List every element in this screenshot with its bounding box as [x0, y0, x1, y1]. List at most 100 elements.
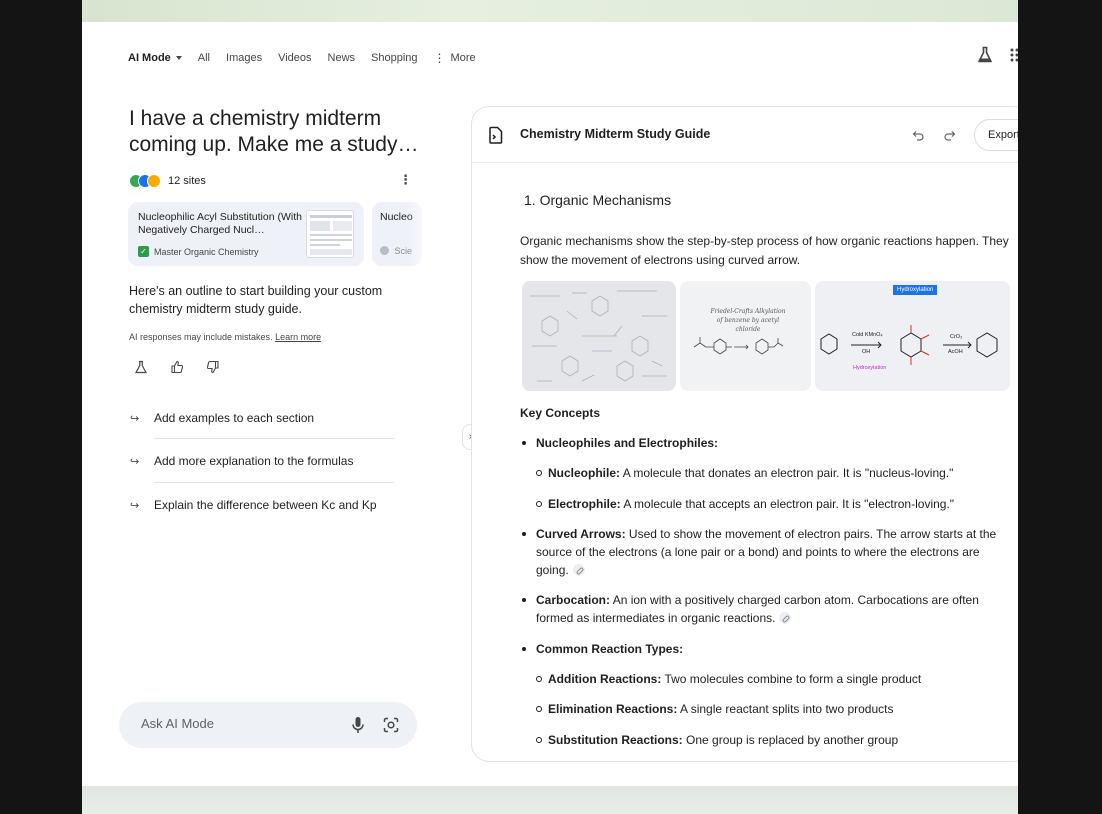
section-paragraph: Organic mechanisms show the step-by-step… — [520, 234, 1009, 267]
definition: A single reactant splits into two produc… — [680, 702, 894, 716]
suggestion-item[interactable]: ↪ Explain the difference between Kc and … — [130, 485, 395, 525]
learn-more-link[interactable]: Learn more — [275, 332, 321, 342]
term: Curved Arrows: — [536, 527, 626, 541]
definition: A molecule that accepts an electron pair… — [623, 497, 955, 511]
ask-input[interactable] — [141, 716, 321, 731]
chevron-down-icon — [175, 56, 182, 60]
definition: A molecule that donates an electron pair… — [622, 466, 954, 480]
query-heading: I have a chemistry midterm coming up. Ma… — [129, 107, 419, 156]
suggestion-label: Add more explanation to the formulas — [154, 454, 354, 468]
image-strip: Friedel-Crafts Alkylation of benzene by … — [522, 281, 1010, 391]
term: Common Reaction Types: — [536, 642, 684, 656]
tab-more[interactable]: ⋮ More — [434, 52, 476, 64]
sites-count: 12 sites — [168, 175, 206, 187]
canvas-title: Chemistry Midterm Study Guide — [520, 127, 711, 141]
definition: One group is replaced by another group — [686, 733, 899, 747]
source-card-site: ✓ Master Organic Chemistry — [138, 246, 259, 257]
suggestion-label: Explain the difference between Kc and Kp — [154, 498, 377, 512]
sources-row[interactable]: 12 sites — [129, 172, 414, 190]
list-item: Carbocation: An ion with a positively ch… — [522, 591, 1011, 627]
site-favicon — [380, 246, 389, 255]
chemistry-formulas-image[interactable] — [522, 281, 676, 391]
term: Carbocation: — [536, 593, 611, 607]
thumbs-up-icon[interactable] — [170, 360, 184, 374]
list-item: Addition Reactions: Two molecules combin… — [536, 670, 1008, 688]
thumbs-down-icon[interactable] — [206, 360, 220, 374]
undo-icon[interactable] — [912, 129, 924, 141]
suggestion-item[interactable]: ↪ Add more explanation to the formulas — [130, 441, 395, 481]
study-guide-canvas: Chemistry Midterm Study Guide Export 1. … — [471, 106, 1018, 762]
key-concepts-heading: Key Concepts — [520, 406, 601, 420]
list-item: Substitution Reactions: One group is rep… — [536, 731, 1008, 749]
site-favicon — [147, 174, 161, 188]
suggestion-label: Add examples to each section — [154, 411, 315, 425]
section-heading: 1. Organic Mechanisms — [524, 192, 671, 208]
term: Nucleophile: — [548, 466, 621, 480]
canvas-header: Chemistry Midterm Study Guide Export — [472, 107, 1018, 163]
list-item: Elimination Reactions: A single reactant… — [536, 700, 1008, 718]
more-options-icon[interactable]: ⋮ — [399, 173, 412, 186]
thumbnail-image — [310, 215, 352, 255]
lens-camera-icon[interactable] — [383, 717, 399, 733]
carousel-fade — [407, 198, 437, 270]
apps-grid-icon[interactable] — [1010, 48, 1018, 62]
list-item: Curved Arrows: Used to show the movement… — [522, 525, 1011, 579]
citation-link-icon[interactable] — [572, 564, 585, 576]
term: Addition Reactions: — [548, 672, 662, 686]
backdrop-bottom — [82, 786, 1018, 814]
source-card[interactable]: Nucleophilic Acyl Substitution (With Neg… — [128, 202, 364, 266]
backdrop-top — [82, 0, 1018, 22]
divider — [154, 438, 394, 439]
feedback-row — [134, 360, 242, 374]
friedel-crafts-image[interactable]: Friedel-Crafts Alkylation of benzene by … — [680, 281, 811, 391]
disclaimer-text: AI responses may include mistakes. — [129, 332, 273, 342]
browser-window: AI Mode All Images Videos News Shopping … — [82, 22, 1018, 786]
labs-flask-icon[interactable] — [977, 46, 993, 64]
list-item: Nucleophiles and Electrophiles: — [522, 434, 1011, 452]
source-card-thumbnail — [306, 210, 354, 258]
tab-all[interactable]: All — [198, 52, 210, 64]
divider — [154, 482, 394, 483]
definition: Two molecules combine to form a single p… — [664, 672, 922, 686]
ai-disclaimer: AI responses may include mistakes. Learn… — [129, 332, 321, 342]
reagent-label: Cold KMnO₄ — [852, 332, 883, 338]
tab-ai-mode-label: AI Mode — [128, 52, 171, 64]
source-card-site-name: Master Organic Chemistry — [154, 246, 259, 257]
tab-ai-mode[interactable]: AI Mode — [128, 52, 182, 64]
reagent-label: OH — [862, 349, 871, 355]
reaction-label: Hydroxylation — [853, 365, 887, 371]
subdirectory-arrow-icon: ↪ — [130, 412, 140, 425]
term: Substitution Reactions: — [548, 733, 683, 747]
tab-videos[interactable]: Videos — [278, 52, 311, 64]
hydroxylation-image[interactable]: Hydroxylation Cold KMnO₄ OH Hydroxylatio… — [815, 281, 1010, 391]
list-item: Electrophile: A molecule that accepts an… — [536, 495, 1008, 513]
section-number: 1. — [524, 192, 536, 208]
source-card-title: Nucleophilic Acyl Substitution (With Neg… — [138, 211, 302, 236]
reaction-sketch — [820, 325, 998, 365]
export-button[interactable]: Export — [974, 119, 1018, 151]
microphone-icon[interactable] — [351, 716, 365, 734]
citation-link-icon[interactable] — [779, 612, 792, 624]
section-title: Organic Mechanisms — [539, 192, 672, 208]
redo-icon[interactable] — [944, 129, 956, 141]
subdirectory-arrow-icon: ↪ — [130, 499, 140, 512]
reagent-label: AcOH — [948, 349, 963, 355]
list-item: Common Reaction Types: — [522, 640, 1011, 658]
answer-intro: Here's an outline to start building your… — [129, 284, 383, 316]
document-icon — [489, 126, 503, 144]
reagent-label: CrO₃ — [950, 334, 963, 340]
tab-news[interactable]: News — [328, 52, 356, 64]
site-favicon: ✓ — [138, 246, 149, 257]
tab-shopping[interactable]: Shopping — [371, 52, 418, 64]
more-vert-icon: ⋮ — [433, 51, 446, 65]
suggestion-item[interactable]: ↪ Add examples to each section — [130, 398, 395, 438]
screen-bezel — [1018, 0, 1102, 814]
list-item: Nucleophile: A molecule that donates an … — [536, 464, 1008, 482]
tab-images[interactable]: Images — [226, 52, 262, 64]
labs-flask-icon[interactable] — [134, 360, 148, 374]
term: Nucleophiles and Electrophiles: — [536, 436, 719, 450]
term: Elimination Reactions: — [548, 702, 678, 716]
ask-bar — [119, 702, 417, 748]
tab-more-label: More — [450, 52, 476, 64]
reaction-sketch — [693, 337, 784, 355]
